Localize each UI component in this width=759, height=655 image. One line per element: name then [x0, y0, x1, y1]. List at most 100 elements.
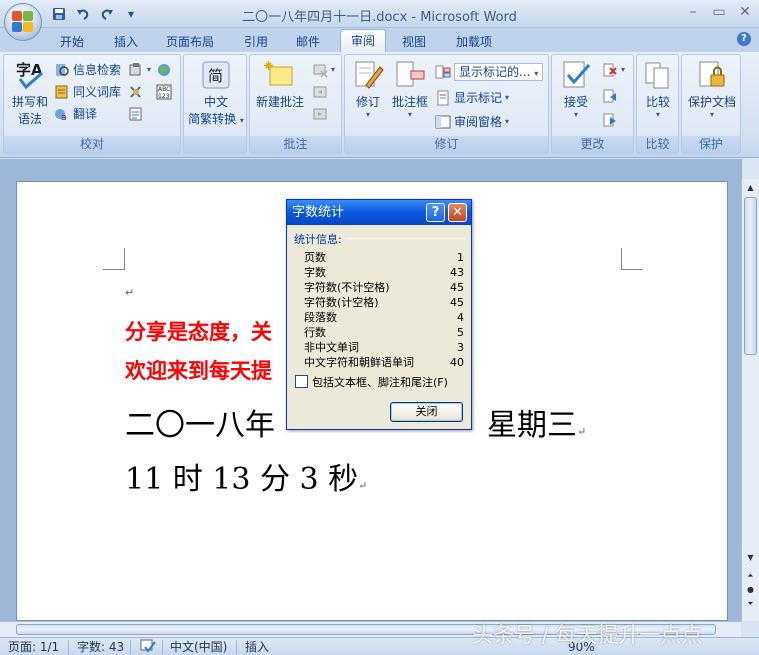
protect-document-label: 保护文档 — [687, 95, 736, 109]
track-misc-button[interactable] — [128, 105, 144, 123]
crop-mark-top-right — [621, 248, 643, 270]
doc-line-1: 分享是态度，关 — [125, 320, 272, 344]
set-language-small-button[interactable] — [128, 83, 144, 101]
scroll-down-icon[interactable]: ▼ — [744, 551, 757, 565]
group-protect: 保护文档 ▾ 保护 — [681, 54, 741, 154]
watermark: 头条号 / 每天提升一点点 — [472, 623, 703, 647]
stat-label: 字符数(不计空格) — [304, 281, 390, 294]
tab-page-layout[interactable]: 页面布局 — [156, 32, 224, 52]
display-for-review-dropdown[interactable]: 显示标记的... ▾ — [435, 63, 544, 81]
delete-comment-button[interactable]: ▾ — [312, 61, 335, 79]
doc-line-3-head: 二〇一八年 — [125, 408, 275, 443]
display-review-icon — [435, 64, 451, 80]
stat-value: 3 — [457, 341, 464, 354]
chinese-conversion-button[interactable]: 简 中文 简繁转换 ▾ — [186, 59, 246, 127]
previous-comment-button[interactable] — [312, 83, 328, 101]
translation-tooltip-button[interactable]: ▾ — [128, 61, 151, 79]
group-proofing: 字A 拼写和 语法 信息检索 同义词库 a 翻译 ▾ ABC 123 校对 — [3, 54, 181, 154]
reject-button[interactable]: ▾ — [602, 61, 625, 79]
word-count-button[interactable]: ABC 123 — [156, 83, 172, 101]
next-change-button[interactable] — [602, 111, 618, 129]
display-dropdown-box[interactable]: 显示标记的... ▾ — [454, 63, 544, 81]
group-label-changes: 更改 — [552, 136, 633, 153]
proofing-status-icon[interactable] — [140, 639, 156, 655]
help-icon[interactable]: ? — [737, 32, 751, 46]
show-markup-button[interactable]: 显示标记 ▾ — [435, 89, 509, 107]
dialog-close-icon[interactable]: ✕ — [448, 203, 467, 222]
track-changes-button[interactable]: 修订 ▾ — [347, 59, 389, 119]
doc-line-4: 11 时 13 分 3 秒 — [125, 462, 359, 497]
tab-view[interactable]: 视图 — [392, 32, 436, 52]
stat-value: 1 — [457, 251, 464, 264]
status-divider — [68, 640, 69, 654]
tab-insert[interactable]: 插入 — [104, 32, 148, 52]
thesaurus-button[interactable]: 同义词库 — [54, 83, 121, 101]
spelling-label-2: 语法 — [17, 112, 42, 126]
doc-line-3-tail: 星期三 — [487, 408, 577, 443]
tab-review[interactable]: 审阅 — [340, 29, 387, 53]
window-title: 二〇一八年四月十一日.docx - Microsoft Word — [242, 10, 517, 25]
close-dialog-button[interactable]: 关闭 — [390, 402, 463, 422]
close-button[interactable]: ✕ — [737, 4, 753, 20]
balloons-icon — [394, 59, 426, 91]
next-page-icon[interactable]: ⏷ — [744, 597, 757, 611]
display-dropdown-value: 显示标记的... — [459, 65, 531, 79]
protect-document-button[interactable]: 保护文档 ▾ — [684, 59, 740, 119]
minimize-button[interactable]: – — [685, 4, 701, 20]
balloons-label: 批注框 — [391, 95, 428, 109]
simplified-char: 简 — [208, 67, 223, 85]
thesaurus-label: 同义词库 — [73, 85, 122, 99]
stat-row: 段落数 4 — [304, 310, 464, 325]
restore-button[interactable]: ▭ — [711, 4, 727, 20]
empty-paragraph-mark: ↵ — [125, 286, 135, 299]
stat-label: 段落数 — [304, 311, 337, 324]
status-insert-mode[interactable]: 插入 — [245, 639, 269, 655]
view-ruler-icon[interactable] — [741, 159, 759, 179]
spelling-grammar-button[interactable]: 字A 拼写和 语法 — [8, 59, 52, 127]
chinese-label-2: 简繁转换 — [188, 112, 237, 126]
set-language-button[interactable] — [156, 61, 172, 79]
tab-addins[interactable]: 加载项 — [446, 32, 502, 52]
vertical-scroll-thumb[interactable] — [744, 197, 757, 355]
delete-comment-icon — [312, 62, 328, 78]
translate-button[interactable]: a 翻译 — [54, 105, 97, 123]
balloons-button[interactable]: 批注框 ▾ — [389, 59, 431, 119]
ribbon-tabs: 开始 插入 页面布局 引用 邮件 审阅 视图 加载项 ? — [0, 28, 759, 53]
status-page[interactable]: 页面: 1/1 — [8, 639, 59, 655]
stat-value: 4 — [457, 311, 464, 324]
dropdown-arrow-icon: ▾ — [239, 116, 244, 125]
compare-icon — [642, 59, 674, 91]
compare-label: 比较 — [645, 95, 670, 109]
status-word-count[interactable]: 字数: 43 — [77, 639, 124, 655]
group-label-comments: 批注 — [250, 136, 341, 153]
dropdown-arrow-icon: ▾ — [407, 110, 412, 119]
chinese-label-1: 中文 — [203, 95, 228, 109]
new-comment-button[interactable]: 新建批注 — [252, 59, 308, 110]
previous-page-icon[interactable]: ⏶ — [744, 569, 757, 583]
reviewing-pane-button[interactable]: 审阅窗格 ▾ — [435, 113, 509, 131]
tab-references[interactable]: 引用 — [234, 32, 278, 52]
language-globe-icon — [156, 62, 172, 78]
svg-text:a: a — [61, 113, 67, 122]
stat-label: 非中文单词 — [304, 341, 359, 354]
next-comment-button[interactable] — [312, 105, 328, 123]
compare-button[interactable]: 比较 ▾ — [638, 59, 678, 119]
tab-mailings[interactable]: 邮件 — [286, 32, 330, 52]
reviewing-pane-label: 审阅窗格 — [454, 115, 503, 129]
accept-button[interactable]: 接受 ▾ — [554, 59, 598, 119]
status-language[interactable]: 中文(中国) — [170, 639, 227, 655]
dialog-help-icon[interactable]: ? — [426, 203, 445, 222]
show-markup-label: 显示标记 — [454, 91, 503, 105]
include-textboxes-checkbox[interactable] — [295, 375, 308, 388]
next-comment-icon — [312, 106, 328, 122]
tab-home[interactable]: 开始 — [50, 32, 94, 52]
previous-change-button[interactable] — [602, 87, 618, 105]
vertical-scrollbar[interactable]: ▲ ▼ ⏶ ● ⏷ — [741, 179, 759, 621]
translate-label: 翻译 — [73, 107, 98, 121]
office-button[interactable] — [4, 3, 42, 41]
stat-label: 中文字符和朝鲜语单词 — [304, 356, 414, 369]
select-browse-object-icon[interactable]: ● — [744, 583, 757, 597]
scroll-up-icon[interactable]: ▲ — [744, 181, 757, 195]
research-button[interactable]: 信息检索 — [54, 61, 121, 79]
stat-value: 45 — [450, 281, 464, 294]
